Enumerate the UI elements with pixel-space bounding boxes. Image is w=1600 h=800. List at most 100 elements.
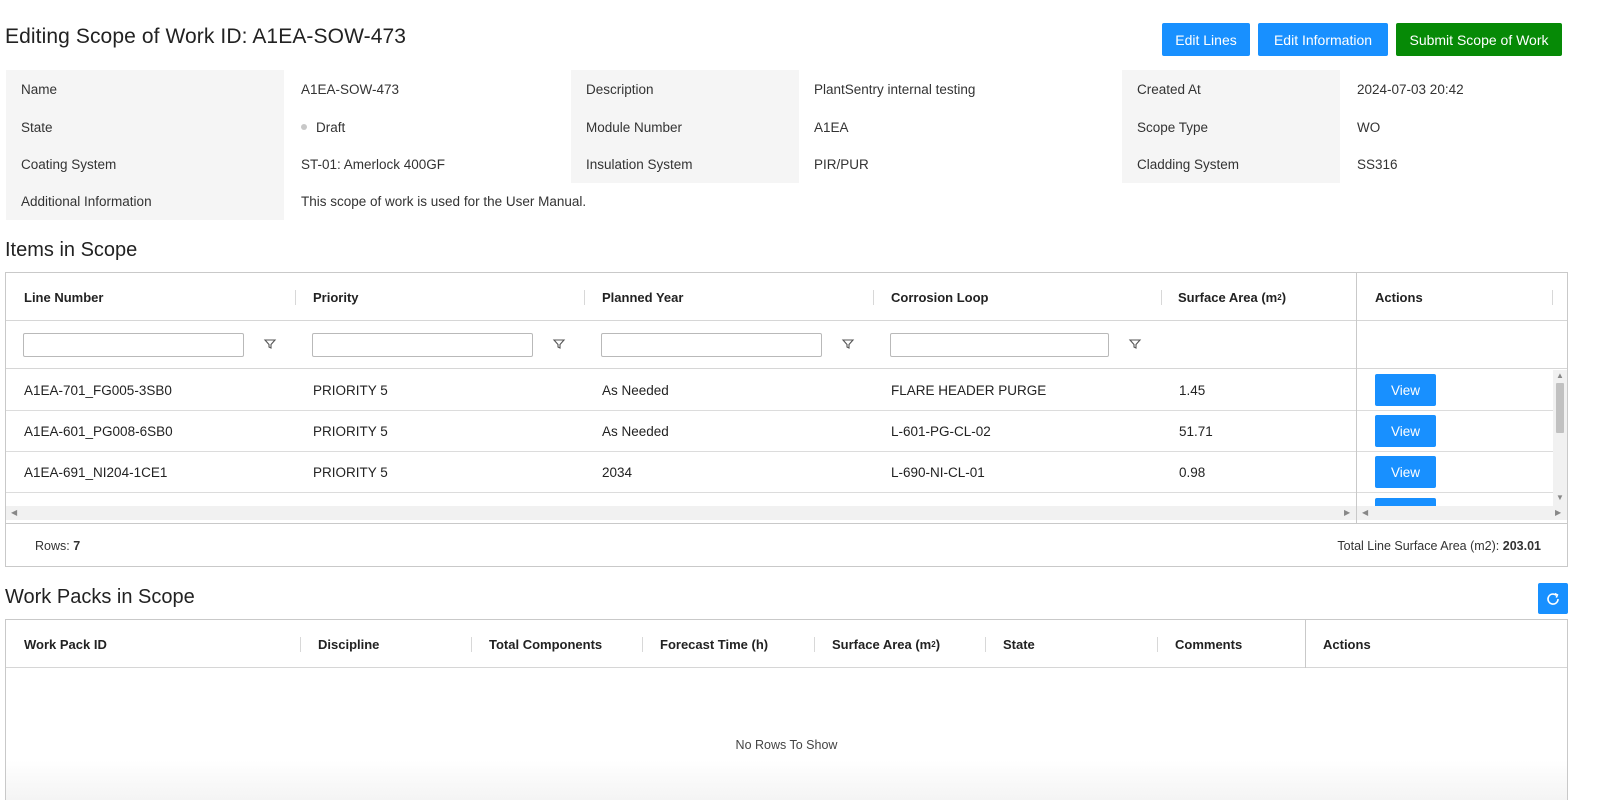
rows-count: Rows: 7 [35,539,80,553]
filter-icon[interactable] [552,337,566,351]
column-header-actions: Actions [1375,289,1423,305]
column-separator[interactable] [814,637,815,652]
scroll-up-icon[interactable]: ▲ [1556,372,1564,380]
line-number-filter-input[interactable] [23,333,244,357]
vertical-scrollbar[interactable]: ▲ ▼ [1553,370,1567,506]
items-grid-header: Line Number Priority Planned Year Corros… [6,273,1567,321]
created-at-value: 2024-07-03 20:42 [1357,81,1464,97]
column-header-forecast-time[interactable]: Forecast Time (h) [660,620,768,668]
corrosion-loop-cell: L-690-NI-CL-01 [891,465,985,480]
priority-cell: PRIORITY 5 [313,383,388,398]
column-separator[interactable] [471,637,472,652]
column-separator[interactable] [1161,290,1162,305]
insulation-system-label: Insulation System [571,145,799,183]
scroll-down-icon[interactable]: ▼ [1556,494,1564,502]
items-grid: Line Number Priority Planned Year Corros… [5,272,1568,567]
state-text: Draft [316,119,346,135]
module-number-value: A1EA [814,119,849,135]
actions-row: View [1357,452,1553,493]
column-header-discipline[interactable]: Discipline [318,620,379,668]
corrosion-loop-cell: FLARE HEADER PURGE [891,383,1047,398]
filter-icon[interactable] [263,337,277,351]
column-header-comments[interactable]: Comments [1175,620,1242,668]
priority-cell: PRIORITY 5 [313,465,388,480]
planned-year-cell: As Needed [602,383,669,398]
work-packs-body: No Rows To Show [6,668,1567,800]
items-status-bar: Rows: 7 Total Line Surface Area (m2): 20… [6,523,1567,566]
total-surface-area: Total Line Surface Area (m2): 203.01 [1337,539,1541,553]
edit-information-button[interactable]: Edit Information [1258,23,1388,56]
column-separator[interactable] [642,637,643,652]
scroll-right-icon[interactable]: ▶ [1555,509,1561,517]
pinned-column-divider [1305,620,1306,668]
coating-system-label: Coating System [6,145,284,183]
column-separator[interactable] [1157,637,1158,652]
corrosion-loop-filter-input[interactable] [890,333,1109,357]
module-number-label: Module Number [571,108,799,146]
insulation-system-value: PIR/PUR [814,156,869,172]
column-separator[interactable] [873,290,874,305]
scroll-thumb[interactable] [1556,383,1564,433]
scroll-right-icon[interactable]: ▶ [1344,509,1350,517]
view-button[interactable]: View [1375,415,1436,447]
table-row[interactable]: A1EA-691_NI204-1CE1 PRIORITY 5 2034 L-69… [6,452,1356,493]
submit-scope-button[interactable]: Submit Scope of Work [1396,23,1562,56]
column-header-line-number[interactable]: Line Number [24,273,103,321]
surface-area-cell: 1.45 [1179,383,1206,398]
scope-type-label: Scope Type [1122,108,1340,146]
surface-area-cell: 0.98 [1179,465,1206,480]
column-header-total-components[interactable]: Total Components [489,620,602,668]
state-label: State [6,108,284,146]
surface-area-header-text: Surface Area (m [1178,289,1278,305]
surface-area-header-text: Surface Area (m [832,636,932,652]
cladding-system-value: SS316 [1357,156,1398,172]
table-row[interactable]: A1EA-701_FG005-3SB0 PRIORITY 5 As Needed… [6,370,1356,411]
edit-lines-button[interactable]: Edit Lines [1162,23,1250,56]
scroll-left-icon[interactable]: ◀ [1362,509,1368,517]
horizontal-scrollbar[interactable]: ◀ ▶ [6,506,1356,520]
items-filter-row [6,321,1567,369]
view-button[interactable]: View [1375,456,1436,488]
column-header-work-pack-id[interactable]: Work Pack ID [24,620,107,668]
planned-year-cell: 2034 [602,465,633,480]
no-rows-message: No Rows To Show [735,738,838,752]
surface-area-header-close: ) [935,636,941,652]
column-separator[interactable] [295,290,296,305]
table-row[interactable]: A1EA-601_PG008-6SB0 PRIORITY 5 As Needed… [6,411,1356,452]
scope-type-value: WO [1357,119,1381,135]
refresh-icon [1547,592,1559,605]
line-number-cell: A1EA-601_PG008-6SB0 [24,424,173,439]
work-packs-title: Work Packs in Scope [5,586,195,608]
actions-row: View [1357,411,1553,452]
total-surface-area-label: Total Line Surface Area (m2): [1337,539,1500,553]
column-header-surface-area[interactable]: Surface Area (m 2) [1178,273,1286,321]
total-surface-area-value: 203.01 [1502,539,1541,553]
column-separator [1552,290,1553,305]
planned-year-filter-input[interactable] [601,333,822,357]
additional-information-label: Additional Information [6,182,284,220]
priority-filter-input[interactable] [312,333,533,357]
view-button-partial[interactable] [1375,498,1436,506]
column-header-corrosion-loop[interactable]: Corrosion Loop [891,273,989,321]
pinned-horizontal-scrollbar[interactable]: ◀ ▶ [1357,506,1567,520]
column-separator[interactable] [985,637,986,652]
scroll-left-icon[interactable]: ◀ [11,509,17,517]
column-header-state[interactable]: State [1003,620,1035,668]
corrosion-loop-cell: L-601-PG-CL-02 [891,424,991,439]
filter-icon[interactable] [1128,337,1142,351]
planned-year-cell: As Needed [602,424,669,439]
column-header-planned-year[interactable]: Planned Year [602,273,683,321]
description-value: PlantSentry internal testing [814,81,976,97]
column-header-priority[interactable]: Priority [313,273,359,321]
column-separator[interactable] [584,290,585,305]
column-header-surface-area[interactable]: Surface Area (m 2) [832,620,940,668]
surface-area-cell: 51.71 [1179,424,1213,439]
refresh-button[interactable] [1538,583,1568,614]
state-value: Draft [301,108,561,146]
rows-label: Rows: [35,539,70,553]
column-separator[interactable] [300,637,301,652]
priority-cell: PRIORITY 5 [313,424,388,439]
cladding-system-label: Cladding System [1122,145,1340,183]
filter-icon[interactable] [841,337,855,351]
view-button[interactable]: View [1375,374,1436,406]
